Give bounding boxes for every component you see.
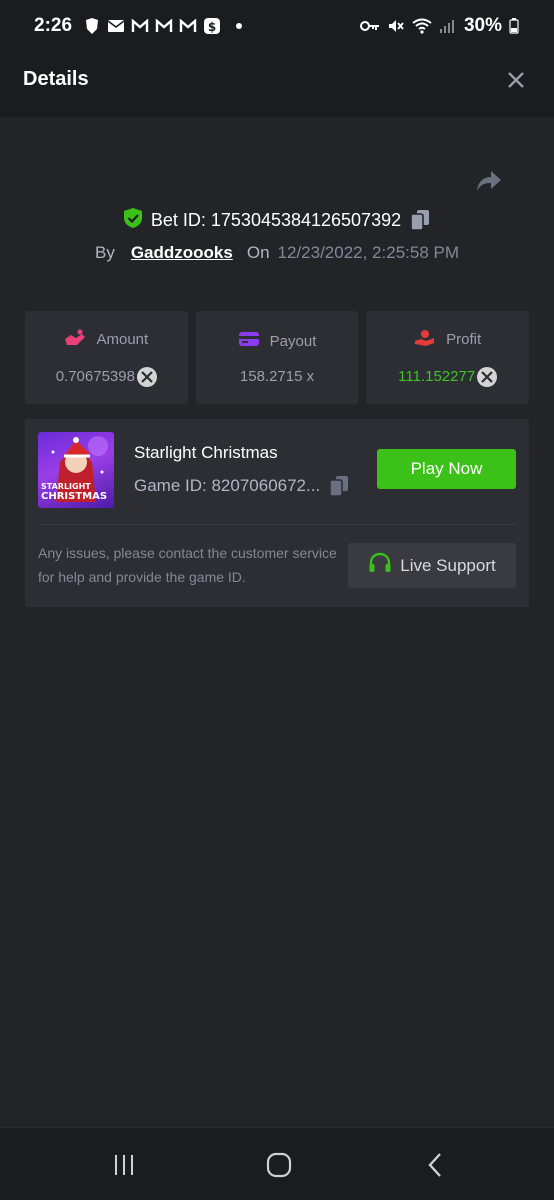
home-icon [266, 1152, 292, 1178]
amount-icon [64, 329, 86, 351]
amount-value: 0.70675398 [55, 368, 135, 385]
bet-stats: Amount 0.70675398 Payout 158.2715 x Prof… [25, 311, 530, 404]
payout-value: 158.2715 x [239, 368, 315, 385]
gmail-icon [154, 16, 174, 36]
thumbnail-title: STARLIGHT CHRISTMAS [41, 482, 111, 502]
verified-shield-icon [123, 207, 143, 234]
share-button[interactable] [472, 166, 506, 196]
amount-label: Amount [96, 331, 149, 348]
mute-icon [386, 16, 406, 36]
email-icon [106, 16, 126, 36]
profit-label: Profit [446, 331, 482, 348]
user-link[interactable]: Gaddzoooks [131, 243, 233, 263]
system-icons: 30% [359, 15, 520, 37]
bet-id: Bet ID: 1753045384126507392 [150, 209, 402, 230]
notification-icons: $ [82, 16, 243, 36]
support-message: Any issues, please contact the customer … [38, 545, 337, 585]
by-label: By [94, 243, 115, 262]
currency-icon [136, 366, 157, 387]
svg-text:$: $ [208, 20, 216, 34]
home-button[interactable] [259, 1148, 299, 1182]
status-time: 2:26 [34, 15, 73, 36]
game-id: Game ID: 8207060672... [134, 476, 321, 495]
copy-game-id-button[interactable] [328, 475, 350, 497]
share-icon [477, 171, 501, 191]
brave-icon [82, 16, 102, 36]
payout-label: Payout [269, 332, 317, 350]
live-support-label: Live Support [400, 555, 496, 575]
wifi-icon [412, 16, 432, 36]
profit-value: 111.152277 [398, 368, 476, 385]
page-title: Details [23, 68, 89, 90]
details-header: Details [0, 42, 554, 117]
recent-apps-button[interactable] [104, 1148, 144, 1182]
gmail-icon [178, 16, 198, 36]
bet-id-row: Bet ID: 1753045384126507392 [0, 205, 554, 235]
recent-apps-icon [115, 1155, 133, 1175]
close-icon [508, 71, 524, 88]
profit-card: Profit 111.152277 [366, 311, 530, 404]
close-button[interactable] [501, 65, 531, 95]
amount-card: Amount 0.70675398 [25, 311, 188, 404]
system-nav-bar [0, 1127, 554, 1200]
cash-app-icon: $ [202, 16, 222, 36]
thumbnail-line1: STARLIGHT [41, 482, 91, 491]
bet-date: 12/23/2022, 2:25:58 PM [277, 243, 460, 262]
gmail-icon [130, 16, 150, 36]
signal-icon [438, 16, 458, 36]
copy-icon [410, 210, 430, 231]
game-card: STARLIGHT CHRISTMAS Starlight Christmas … [25, 419, 529, 607]
game-id-row: Game ID: 8207060672... [134, 474, 364, 498]
battery-icon [508, 16, 520, 36]
game-name[interactable]: Starlight Christmas [134, 443, 278, 463]
play-now-button[interactable]: Play Now [377, 449, 516, 489]
back-icon [428, 1153, 441, 1177]
battery-percent: 30% [463, 15, 502, 36]
thumbnail-line2: CHRISTMAS [41, 491, 108, 502]
profit-icon [414, 329, 436, 351]
key-icon [359, 16, 380, 36]
currency-icon [477, 366, 498, 387]
more-notifications-dot [236, 23, 243, 29]
headset-icon [368, 552, 392, 579]
payout-icon [238, 330, 260, 352]
bet-meta-row: By Gaddzoooks On 12/23/2022, 2:25:58 PM [0, 238, 554, 268]
game-thumbnail[interactable]: STARLIGHT CHRISTMAS [38, 432, 114, 508]
copy-icon [329, 476, 349, 497]
back-button[interactable] [415, 1148, 455, 1182]
on-label: On [246, 243, 270, 262]
live-support-button[interactable]: Live Support [348, 543, 516, 588]
payout-card: Payout 158.2715 x [195, 311, 359, 404]
divider [38, 524, 516, 525]
copy-bet-id-button[interactable] [409, 209, 431, 231]
